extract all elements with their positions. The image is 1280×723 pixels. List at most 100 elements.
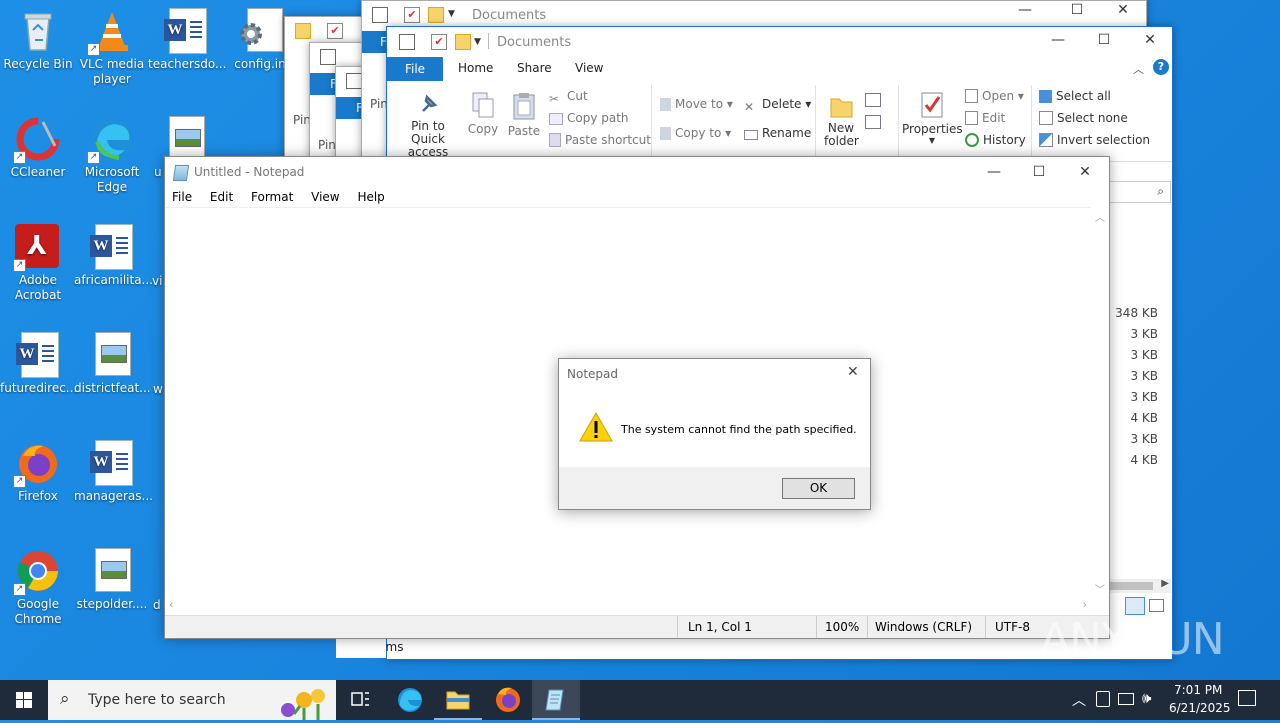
select-none-button[interactable]: Select none bbox=[1039, 111, 1128, 125]
ribbon-tabs: File Home Share View ︿ ? bbox=[387, 57, 1172, 81]
desktop-icon-ccleaner[interactable]: ↗ CCleaner bbox=[0, 116, 76, 180]
tab-file[interactable]: File bbox=[387, 57, 443, 81]
paste-shortcut-button[interactable]: Paste shortcut bbox=[549, 133, 651, 147]
maximize-button[interactable]: ☐ bbox=[1016, 157, 1062, 187]
collapse-ribbon-icon[interactable]: ︿ bbox=[1133, 61, 1144, 77]
edit-icon bbox=[965, 111, 978, 125]
cut-button[interactable]: ✂ Cut bbox=[549, 89, 588, 106]
notepad-titlebar[interactable]: Untitled - Notepad — ☐ ✕ bbox=[165, 157, 1109, 187]
copy-path-button[interactable]: Copy path bbox=[549, 111, 629, 125]
horizontal-scrollbar[interactable]: ‹ › bbox=[165, 598, 1091, 614]
desktop-icon-manageras[interactable]: W manageras... bbox=[74, 440, 153, 504]
start-button[interactable] bbox=[0, 680, 48, 720]
scroll-down-icon[interactable]: ﹀ bbox=[1095, 581, 1105, 596]
menu-file[interactable]: File bbox=[172, 190, 192, 204]
document-icon bbox=[346, 73, 362, 89]
taskbar-firefox[interactable] bbox=[484, 680, 532, 720]
quick-access-dropdown-icon[interactable]: ▼ bbox=[474, 37, 481, 47]
scroll-up-icon[interactable]: ︿ bbox=[1095, 209, 1105, 224]
copy-to-button[interactable]: Copy to ▾ bbox=[660, 126, 731, 140]
clock-date[interactable]: 6/21/2025 bbox=[1169, 701, 1231, 715]
taskbar-edge[interactable] bbox=[386, 680, 434, 720]
desktop-icon-label-partial: vi bbox=[152, 274, 163, 288]
properties-check-icon[interactable]: ✔ bbox=[431, 34, 447, 50]
search-box[interactable]: ⌕ bbox=[1107, 181, 1171, 203]
network-drive-icon[interactable] bbox=[1096, 691, 1110, 707]
minimize-button[interactable]: — bbox=[1002, 0, 1048, 25]
tab-home[interactable]: Home bbox=[458, 61, 493, 75]
close-button[interactable]: ✕ bbox=[1127, 25, 1173, 55]
easy-access-icon[interactable] bbox=[865, 115, 881, 129]
volume-icon[interactable]: 🕪 bbox=[1142, 689, 1151, 707]
window-title: Documents bbox=[497, 35, 572, 50]
desktop-icon-districtfeat[interactable]: districtfeat... bbox=[74, 332, 151, 396]
horizontal-scrollbar[interactable]: ▶ bbox=[1109, 578, 1171, 593]
copy-button[interactable]: Copy bbox=[467, 91, 499, 136]
minimize-button[interactable]: — bbox=[1035, 25, 1081, 55]
move-to-button[interactable]: Move to ▾ bbox=[660, 97, 733, 111]
close-icon[interactable]: ✕ bbox=[847, 364, 859, 380]
desktop-icon-stepolder[interactable]: stepolder.... bbox=[74, 548, 150, 612]
desktop-icon-microsoft-edge[interactable]: ↗ Microsoft Edge bbox=[74, 116, 150, 195]
error-dialog[interactable]: Notepad ✕ The system cannot find the pat… bbox=[558, 358, 871, 510]
desktop-icon-futuredirec[interactable]: W futuredirec... bbox=[0, 332, 78, 396]
desktop-icon-firefox[interactable]: ↗ Firefox bbox=[0, 440, 76, 504]
new-item-icon[interactable] bbox=[865, 93, 881, 107]
show-hidden-icons-button[interactable]: ︿ bbox=[1072, 690, 1086, 710]
shortcut-arrow-icon: ↗ bbox=[13, 259, 26, 272]
ok-button[interactable]: OK bbox=[782, 478, 855, 499]
desktop-icon-recycle-bin[interactable]: Recycle Bin bbox=[0, 8, 76, 72]
details-view-icon[interactable] bbox=[1125, 597, 1145, 615]
task-view-button[interactable] bbox=[336, 680, 384, 720]
desktop-icon-google-chrome[interactable]: ↗ Google Chrome bbox=[0, 548, 76, 627]
search-icon: ⌕ bbox=[1157, 184, 1164, 198]
desktop-icon-teachersdo[interactable]: W teachersdo... bbox=[148, 8, 226, 72]
taskbar-file-explorer[interactable] bbox=[434, 680, 482, 720]
desktop-icon-vlc[interactable]: ↗ VLC media player bbox=[74, 8, 150, 87]
close-button[interactable]: ✕ bbox=[1100, 0, 1146, 25]
help-icon[interactable]: ? bbox=[1153, 59, 1169, 75]
properties-button[interactable]: Properties ▼ bbox=[902, 91, 963, 145]
menu-view[interactable]: View bbox=[311, 190, 339, 204]
taskbar-search[interactable]: ⌕ Type here to search bbox=[48, 680, 336, 720]
taskbar-notepad[interactable] bbox=[532, 680, 580, 720]
scroll-left-icon[interactable]: ‹ bbox=[169, 598, 173, 611]
ribbon-group-divider bbox=[651, 85, 652, 157]
status-separator bbox=[816, 616, 817, 638]
edit-button[interactable]: Edit bbox=[965, 111, 1005, 125]
menu-edit[interactable]: Edit bbox=[210, 190, 233, 204]
notifications-icon[interactable] bbox=[1238, 690, 1256, 706]
explorer-titlebar[interactable]: ✔ ▼ Documents — ☐ ✕ bbox=[387, 27, 1172, 57]
clock-time[interactable]: 7:01 PM bbox=[1174, 683, 1222, 697]
desktop-icon-label: futuredirec... bbox=[0, 381, 78, 395]
network-icon[interactable] bbox=[1118, 693, 1134, 705]
paste-button[interactable]: Paste bbox=[507, 91, 541, 138]
scroll-right-icon[interactable]: ▶ bbox=[1161, 578, 1169, 589]
select-all-button[interactable]: Select all bbox=[1039, 89, 1111, 103]
quick-access-dropdown-icon[interactable]: ▼ bbox=[448, 9, 455, 19]
tab-share[interactable]: Share bbox=[517, 61, 552, 75]
minimize-button[interactable]: — bbox=[971, 157, 1017, 187]
large-icons-view-icon[interactable] bbox=[1149, 599, 1164, 612]
menu-format[interactable]: Format bbox=[251, 190, 293, 204]
scroll-right-icon[interactable]: › bbox=[1083, 598, 1087, 611]
close-button[interactable]: ✕ bbox=[1062, 157, 1108, 187]
vertical-scrollbar[interactable]: ︿ ﹀ bbox=[1092, 207, 1108, 598]
maximize-button[interactable]: ☐ bbox=[1081, 25, 1127, 55]
open-button[interactable]: Open ▾ bbox=[965, 89, 1024, 103]
rename-button[interactable]: Rename bbox=[744, 126, 811, 140]
scrollbar-thumb[interactable] bbox=[1109, 582, 1153, 590]
tab-view[interactable]: View bbox=[575, 61, 603, 75]
pin-to-quick-access-button[interactable]: Pin to Quick access bbox=[395, 91, 461, 159]
maximize-button[interactable]: ☐ bbox=[1054, 0, 1100, 25]
delete-button[interactable]: ✕ Delete ▾ bbox=[744, 97, 811, 114]
word-document-icon: W bbox=[15, 332, 61, 378]
invert-selection-button[interactable]: Invert selection bbox=[1039, 133, 1150, 147]
desktop-icon-adobe-acrobat[interactable]: ⅄ ↗ Adobe Acrobat bbox=[0, 224, 76, 303]
desktop-icon-africamilita[interactable]: W africamilita... bbox=[74, 224, 153, 288]
menu-help[interactable]: Help bbox=[357, 190, 384, 204]
new-folder-button[interactable]: New folder bbox=[819, 91, 863, 148]
new-folder-icon[interactable] bbox=[455, 34, 471, 50]
history-button[interactable]: History bbox=[965, 133, 1026, 147]
desktop-icon-label: africamilita... bbox=[74, 273, 153, 287]
